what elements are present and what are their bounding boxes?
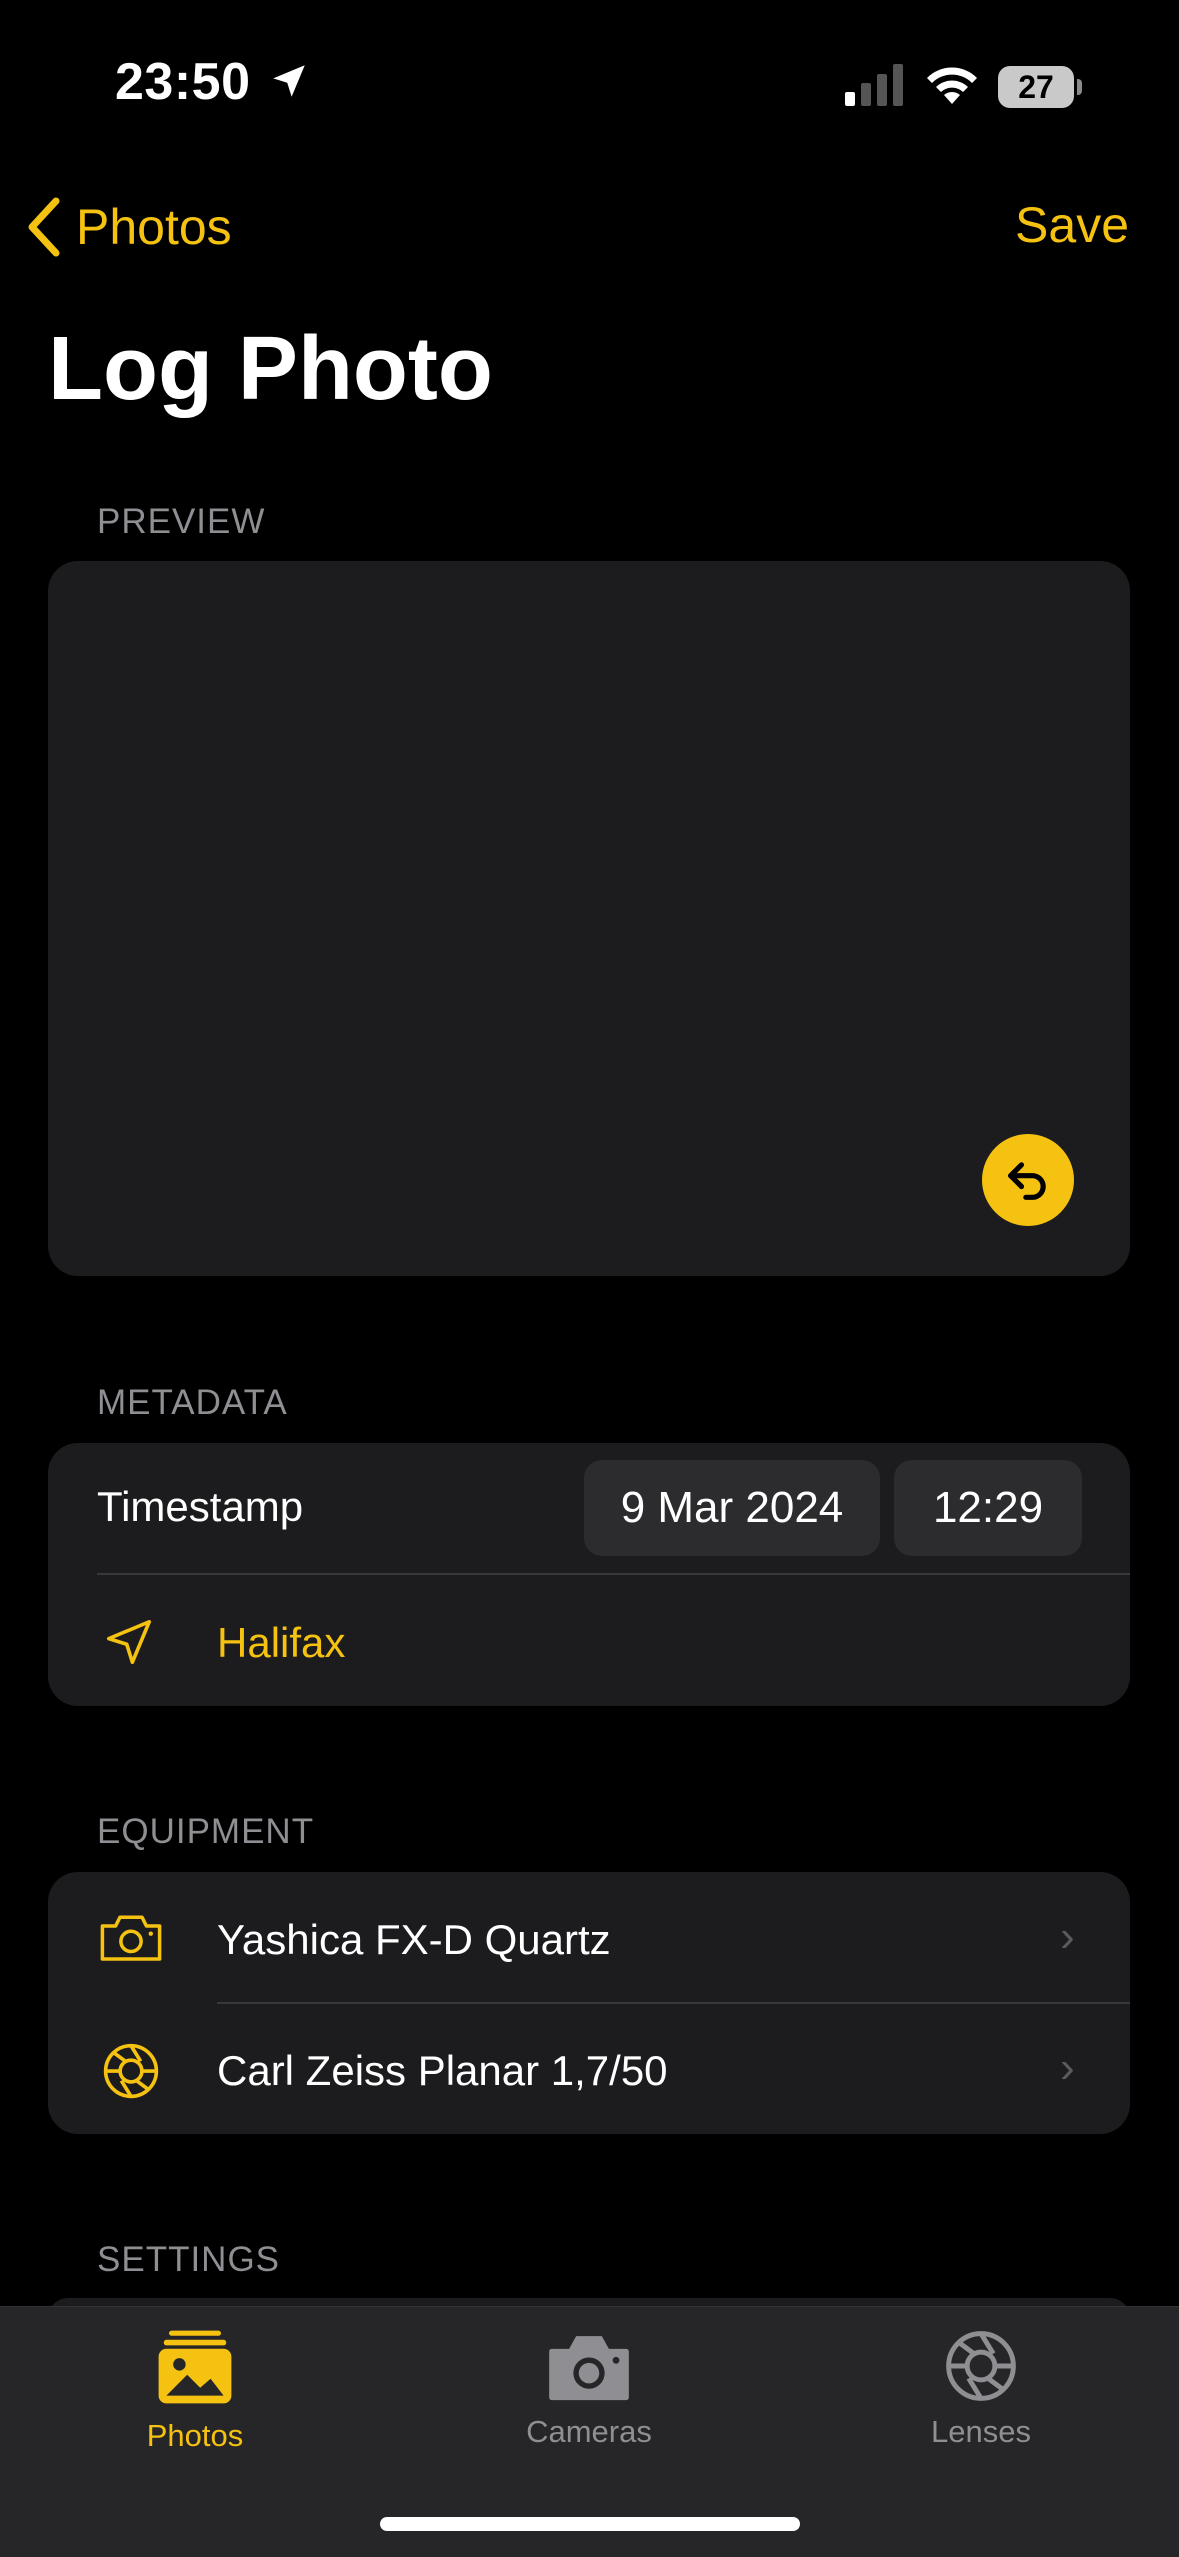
- back-button-label: Photos: [76, 199, 232, 255]
- tab-photos[interactable]: Photos: [75, 2327, 315, 2454]
- camera-label: Yashica FX-D Quartz: [217, 1916, 611, 1963]
- battery-indicator: 27: [998, 66, 1074, 108]
- revert-button[interactable]: [982, 1134, 1074, 1226]
- chevron-right-icon: ›: [1060, 2043, 1075, 2092]
- photos-icon: [158, 2330, 232, 2404]
- location-arrow-icon: [273, 65, 305, 97]
- undo-arrow-icon: [1008, 1162, 1046, 1200]
- tab-label: Photos: [146, 2418, 244, 2453]
- lens-row[interactable]: Carl Zeiss Planar 1,7/50 ›: [48, 2004, 1130, 2134]
- tab-label: Cameras: [526, 2414, 652, 2449]
- date-picker[interactable]: 9 Mar 2024: [584, 1460, 880, 1556]
- chevron-left-icon: [28, 197, 60, 257]
- camera-icon: [549, 2336, 629, 2401]
- time-picker[interactable]: 12:29: [894, 1460, 1082, 1556]
- tab-lenses[interactable]: Lenses: [861, 2329, 1101, 2450]
- location-row[interactable]: Halifax: [48, 1575, 1130, 1706]
- status-time: 23:50: [115, 53, 251, 111]
- aperture-icon: [103, 2043, 159, 2099]
- home-indicator: [380, 2517, 800, 2531]
- lens-label: Carl Zeiss Planar 1,7/50: [217, 2047, 668, 2094]
- chevron-right-icon: ›: [1060, 1912, 1075, 1961]
- tab-label: Lenses: [931, 2414, 1031, 2449]
- aperture-icon: [946, 2331, 1016, 2401]
- section-header-equipment: EQUIPMENT: [97, 1812, 315, 1851]
- section-header-preview: PREVIEW: [97, 502, 266, 541]
- timestamp-label: Timestamp: [97, 1483, 304, 1530]
- location-arrow-icon: [106, 1619, 152, 1665]
- equipment-card: Yashica FX-D Quartz › Carl Zeiss Planar …: [48, 1872, 1130, 2134]
- camera-row[interactable]: Yashica FX-D Quartz ›: [48, 1872, 1130, 2003]
- metadata-card: Timestamp 9 Mar 2024 12:29 Halifax: [48, 1443, 1130, 1706]
- location-label: Halifax: [217, 1619, 346, 1666]
- save-button[interactable]: Save: [1015, 196, 1129, 254]
- section-header-settings: SETTINGS: [97, 2240, 281, 2279]
- page-title: Log Photo: [48, 319, 493, 419]
- battery-nub: [1077, 79, 1082, 95]
- photo-preview[interactable]: [48, 561, 1130, 1276]
- wifi-icon: [927, 67, 977, 104]
- cellular-signal-icon: [845, 64, 903, 106]
- tab-cameras[interactable]: Cameras: [469, 2329, 709, 2450]
- camera-icon: [100, 1915, 162, 1961]
- section-header-metadata: METADATA: [97, 1383, 288, 1422]
- back-button[interactable]: Photos: [26, 192, 232, 262]
